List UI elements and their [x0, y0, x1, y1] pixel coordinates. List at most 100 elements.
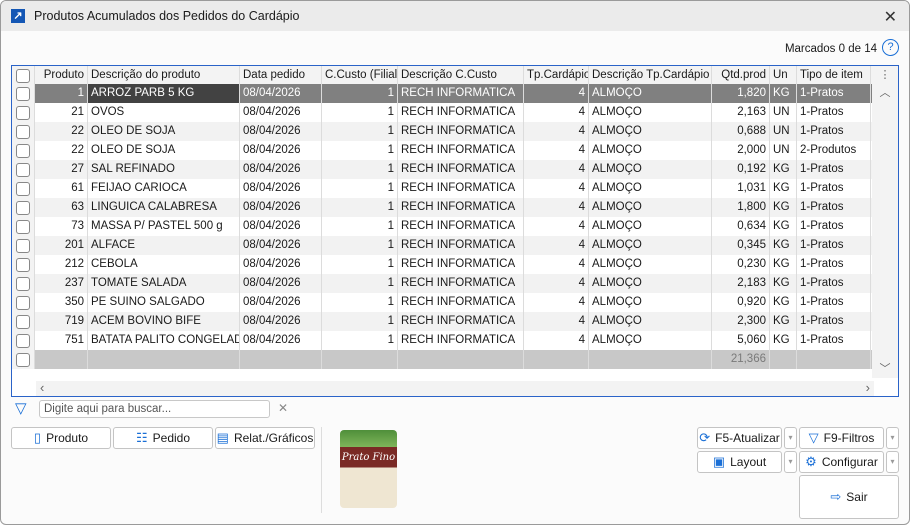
row-checkbox[interactable] [12, 255, 35, 274]
produto-button[interactable]: ▯ Produto [11, 427, 111, 449]
cell-tp-cardapio: 4 [524, 312, 589, 331]
row-checkbox[interactable] [12, 274, 35, 293]
checkbox[interactable] [16, 86, 30, 101]
row-checkbox[interactable] [12, 350, 35, 369]
scroll-left-icon[interactable]: ‹ [40, 380, 44, 395]
cell-descricao-ccusto: RECH INFORMATICA [398, 255, 524, 274]
checkbox[interactable] [16, 276, 30, 291]
checkbox[interactable] [16, 238, 30, 253]
row-checkbox[interactable] [12, 122, 35, 141]
cell-un: KG [770, 274, 797, 293]
checkbox[interactable] [16, 314, 30, 329]
header-ccusto[interactable]: C.Custo (Filial) [322, 66, 398, 85]
pedido-button[interactable]: ☷ Pedido [113, 427, 213, 449]
total-row[interactable]: 21,366 [12, 350, 872, 369]
table-row[interactable]: 212 CEBOLA 08/04/2026 1 RECH INFORMATICA 4 ALM… [12, 255, 872, 274]
table-row[interactable]: 201 ALFACE 08/04/2026 1 RECH INFORMATICA 4 ALM… [12, 236, 872, 255]
cell-produto: 73 [35, 217, 88, 236]
products-grid: Produto Descrição do produto Data pedido C.… [11, 65, 899, 397]
checkbox[interactable] [16, 181, 30, 196]
cell-ccusto: 1 [322, 160, 398, 179]
row-checkbox[interactable] [12, 66, 35, 85]
row-checkbox[interactable] [12, 236, 35, 255]
exit-button[interactable]: ⇨ Sair [799, 475, 899, 519]
row-checkbox[interactable] [12, 312, 35, 331]
checkbox[interactable] [16, 162, 30, 177]
checkbox[interactable] [16, 295, 30, 310]
layout-button[interactable]: ▣ Layout [697, 451, 782, 473]
cell-produto: 201 [35, 236, 88, 255]
search-input[interactable]: Digite aqui para buscar... [39, 400, 270, 418]
reports-button[interactable]: ▤ Relat./Gráficos [215, 427, 315, 449]
checkbox[interactable] [16, 333, 30, 348]
checkbox[interactable] [16, 143, 30, 158]
row-checkbox[interactable] [12, 141, 35, 160]
table-row[interactable]: 21 OVOS 08/04/2026 1 RECH INFORMATICA 4 ALMOÇO… [12, 103, 872, 122]
cell-descricao: OLEO DE SOJA [88, 122, 240, 141]
checkbox[interactable] [16, 68, 30, 83]
header-descricao-tp-cardapio[interactable]: Descrição Tp.Cardápio [589, 66, 712, 85]
table-row[interactable]: 350 PE SUINO SALGADO 08/04/2026 1 RECH INFOR… [12, 293, 872, 312]
cell-descricao-ccusto: RECH INFORMATICA [398, 103, 524, 122]
scroll-right-icon[interactable]: › [866, 380, 870, 395]
filters-button[interactable]: ▽ F9-Filtros [799, 427, 884, 449]
row-checkbox[interactable] [12, 103, 35, 122]
layout-dropdown[interactable]: ▾ [784, 451, 797, 473]
column-menu-icon[interactable]: ⋮ [872, 66, 898, 84]
filters-dropdown[interactable]: ▾ [886, 427, 899, 449]
cell-descricao-ccusto: RECH INFORMATICA [398, 274, 524, 293]
table-row[interactable]: 1 ARROZ PARB 5 KG 08/04/2026 1 RECH INFORMAT… [12, 84, 872, 103]
header-data-pedido[interactable]: Data pedido [240, 66, 322, 85]
filter-icon[interactable]: ▽ [15, 399, 27, 417]
cell-tipo-item: 1-Pratos [797, 103, 871, 122]
checkbox[interactable] [16, 352, 30, 367]
checkbox[interactable] [16, 200, 30, 215]
vertical-scrollbar[interactable]: ⋮ ︿ ﹀ [872, 66, 898, 378]
refresh-dropdown[interactable]: ▾ [784, 427, 797, 449]
row-checkbox[interactable] [12, 84, 35, 103]
header-tp-cardapio[interactable]: Tp.Cardápio [524, 66, 589, 85]
table-row[interactable]: 751 BATATA PALITO CONGELADA 08/04/2026 1 REC… [12, 331, 872, 350]
header-tipo-item[interactable]: Tipo de item [797, 66, 871, 85]
header-descricao[interactable]: Descrição do produto [88, 66, 240, 85]
close-button[interactable]: ✕ [884, 7, 897, 27]
table-row[interactable]: 719 ACEM BOVINO BIFE 08/04/2026 1 RECH INFO… [12, 312, 872, 331]
checkbox[interactable] [16, 219, 30, 234]
cell-descricao: ACEM BOVINO BIFE [88, 312, 240, 331]
header-un[interactable]: Un [770, 66, 797, 85]
table-row[interactable]: 22 OLEO DE SOJA 08/04/2026 1 RECH INFORMATIC… [12, 141, 872, 160]
horizontal-scrollbar[interactable]: ‹ › [36, 380, 874, 396]
table-row[interactable]: 27 SAL REFINADO 08/04/2026 1 RECH INFORMATIC… [12, 160, 872, 179]
cell-qtd-prod: 2,300 [712, 312, 770, 331]
table-row[interactable]: 73 MASSA P/ PASTEL 500 g 08/04/2026 1 RECH I… [12, 217, 872, 236]
table-header[interactable]: Produto Descrição do produto Data pedido C.… [12, 66, 872, 85]
scroll-up-icon[interactable]: ︿ [872, 84, 898, 100]
table-row[interactable]: 63 LINGUICA CALABRESA 08/04/2026 1 RECH INFO… [12, 198, 872, 217]
cell-ccusto: 1 [322, 84, 398, 103]
checkbox[interactable] [16, 105, 30, 120]
row-checkbox[interactable] [12, 217, 35, 236]
configure-dropdown[interactable]: ▾ [886, 451, 899, 473]
row-checkbox[interactable] [12, 293, 35, 312]
row-checkbox[interactable] [12, 331, 35, 350]
checkbox[interactable] [16, 124, 30, 139]
checkbox[interactable] [16, 257, 30, 272]
header-descricao-ccusto[interactable]: Descrição C.Custo [398, 66, 524, 85]
header-qtd-prod[interactable]: Qtd.prod [712, 66, 770, 85]
table-row[interactable]: 61 FEIJAO CARIOCA 08/04/2026 1 RECH INFORMAT… [12, 179, 872, 198]
cell-descricao-tp-cardapio: ALMOÇO [589, 331, 712, 350]
row-checkbox[interactable] [12, 198, 35, 217]
cell-descricao: FEIJAO CARIOCA [88, 179, 240, 198]
row-checkbox[interactable] [12, 160, 35, 179]
product-image: Prato Fino [321, 427, 411, 513]
clear-search-icon[interactable]: ✕ [278, 401, 288, 415]
table-row[interactable]: 237 TOMATE SALADA 08/04/2026 1 RECH INFORMAT… [12, 274, 872, 293]
configure-button[interactable]: ⚙ Configurar [799, 451, 884, 473]
cell-qtd-prod: 5,060 [712, 331, 770, 350]
help-icon[interactable]: ? [882, 39, 899, 56]
scroll-down-icon[interactable]: ﹀ [872, 360, 898, 376]
row-checkbox[interactable] [12, 179, 35, 198]
header-produto[interactable]: Produto [35, 66, 88, 85]
refresh-button[interactable]: ⟳ F5-Atualizar [697, 427, 782, 449]
table-row[interactable]: 22 OLEO DE SOJA 08/04/2026 1 RECH INFORMATIC… [12, 122, 872, 141]
